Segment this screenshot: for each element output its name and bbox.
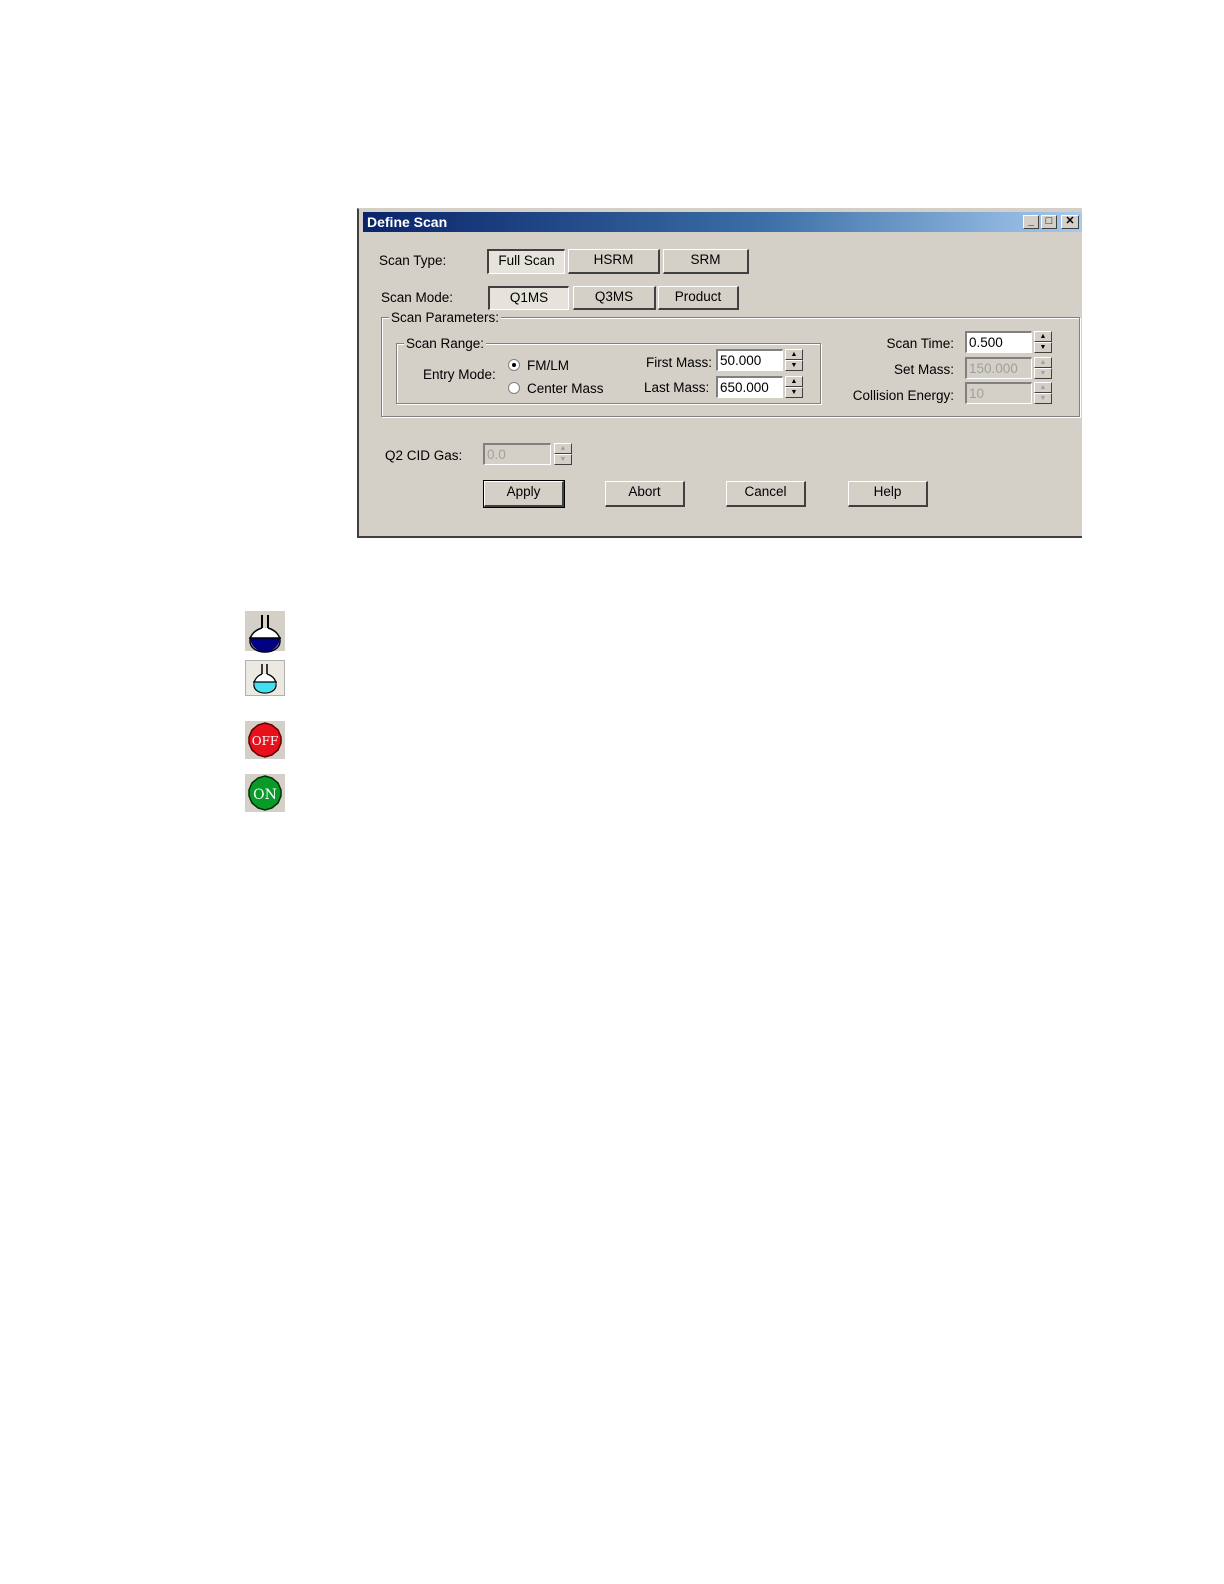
spin-down-icon: ▼ xyxy=(554,454,572,465)
scan-parameters-label: Scan Parameters: xyxy=(389,310,502,325)
scan-mode-product-button[interactable]: Product xyxy=(658,286,739,310)
maximize-icon[interactable]: □ xyxy=(1041,215,1057,229)
first-mass-field[interactable]: 50.000 xyxy=(716,349,783,371)
set-mass-spinner: ▲ ▼ xyxy=(1034,357,1052,379)
entry-mode-label: Entry Mode: xyxy=(423,367,496,382)
apply-button[interactable]: Apply xyxy=(483,480,565,508)
first-mass-spinner[interactable]: ▲ ▼ xyxy=(785,349,803,371)
spin-up-icon: ▲ xyxy=(1034,357,1052,368)
scan-type-label: Scan Type: xyxy=(379,253,447,268)
spin-up-icon[interactable]: ▲ xyxy=(785,349,803,360)
spin-down-icon: ▼ xyxy=(1034,368,1052,379)
set-mass-label: Set Mass: xyxy=(893,362,954,377)
last-mass-spinner[interactable]: ▲ ▼ xyxy=(785,376,803,398)
scan-type-full-scan-button[interactable]: Full Scan xyxy=(487,249,565,274)
flask-light-cyan-icon xyxy=(245,660,285,696)
help-button[interactable]: Help xyxy=(848,481,928,507)
spin-up-icon[interactable]: ▲ xyxy=(785,376,803,387)
spin-up-icon[interactable]: ▲ xyxy=(1034,331,1052,342)
entry-mode-center-mass-radio[interactable] xyxy=(508,382,520,394)
dialog-title: Define Scan xyxy=(367,214,448,230)
entry-mode-fm-lm-label[interactable]: FM/LM xyxy=(527,358,569,373)
spin-down-icon[interactable]: ▼ xyxy=(785,387,803,398)
off-label: OFF xyxy=(252,734,279,748)
scan-mode-label: Scan Mode: xyxy=(381,290,454,305)
scan-range-label: Scan Range: xyxy=(404,336,487,351)
entry-mode-center-mass-label[interactable]: Center Mass xyxy=(527,381,604,396)
on-status-icon: ON xyxy=(245,774,285,812)
entry-mode-fm-lm-radio[interactable] xyxy=(508,359,520,371)
q2-cid-gas-field: 0.0 xyxy=(483,443,551,465)
scan-type-srm-button[interactable]: SRM xyxy=(663,249,749,274)
on-label: ON xyxy=(253,787,277,803)
collision-energy-field: 10 xyxy=(965,382,1032,404)
spin-down-icon: ▼ xyxy=(1034,393,1052,404)
spin-up-icon: ▲ xyxy=(554,443,572,454)
close-icon[interactable]: ✕ xyxy=(1061,215,1079,229)
collision-energy-label: Collision Energy: xyxy=(852,388,954,403)
spin-down-icon[interactable]: ▼ xyxy=(785,360,803,371)
scan-type-hsrm-button[interactable]: HSRM xyxy=(568,249,660,274)
collision-energy-spinner: ▲ ▼ xyxy=(1034,382,1052,404)
spin-down-icon[interactable]: ▼ xyxy=(1034,342,1052,353)
title-bar[interactable]: Define Scan _ □ ✕ xyxy=(363,212,1082,232)
define-scan-dialog: Define Scan _ □ ✕ Scan Type: Full Scan H… xyxy=(357,208,1082,538)
set-mass-field: 150.000 xyxy=(965,357,1032,379)
minimize-icon[interactable]: _ xyxy=(1023,215,1039,229)
radio-selected-dot xyxy=(512,363,516,367)
abort-button[interactable]: Abort xyxy=(605,481,685,507)
last-mass-field[interactable]: 650.000 xyxy=(716,376,783,398)
first-mass-label: First Mass: xyxy=(646,355,712,370)
scan-mode-q3ms-button[interactable]: Q3MS xyxy=(573,286,656,310)
last-mass-label: Last Mass: xyxy=(644,380,710,395)
flask-dark-blue-icon xyxy=(245,611,285,653)
q2-cid-gas-label: Q2 CID Gas: xyxy=(385,448,463,463)
scan-time-field[interactable]: 0.500 xyxy=(965,331,1032,353)
q2-cid-gas-spinner: ▲ ▼ xyxy=(554,443,572,465)
scan-mode-q1ms-button[interactable]: Q1MS xyxy=(488,286,569,310)
off-status-icon: OFF xyxy=(245,721,285,759)
spin-up-icon: ▲ xyxy=(1034,382,1052,393)
cancel-button[interactable]: Cancel xyxy=(726,481,806,507)
scan-time-label: Scan Time: xyxy=(886,336,954,351)
scan-time-spinner[interactable]: ▲ ▼ xyxy=(1034,331,1052,353)
